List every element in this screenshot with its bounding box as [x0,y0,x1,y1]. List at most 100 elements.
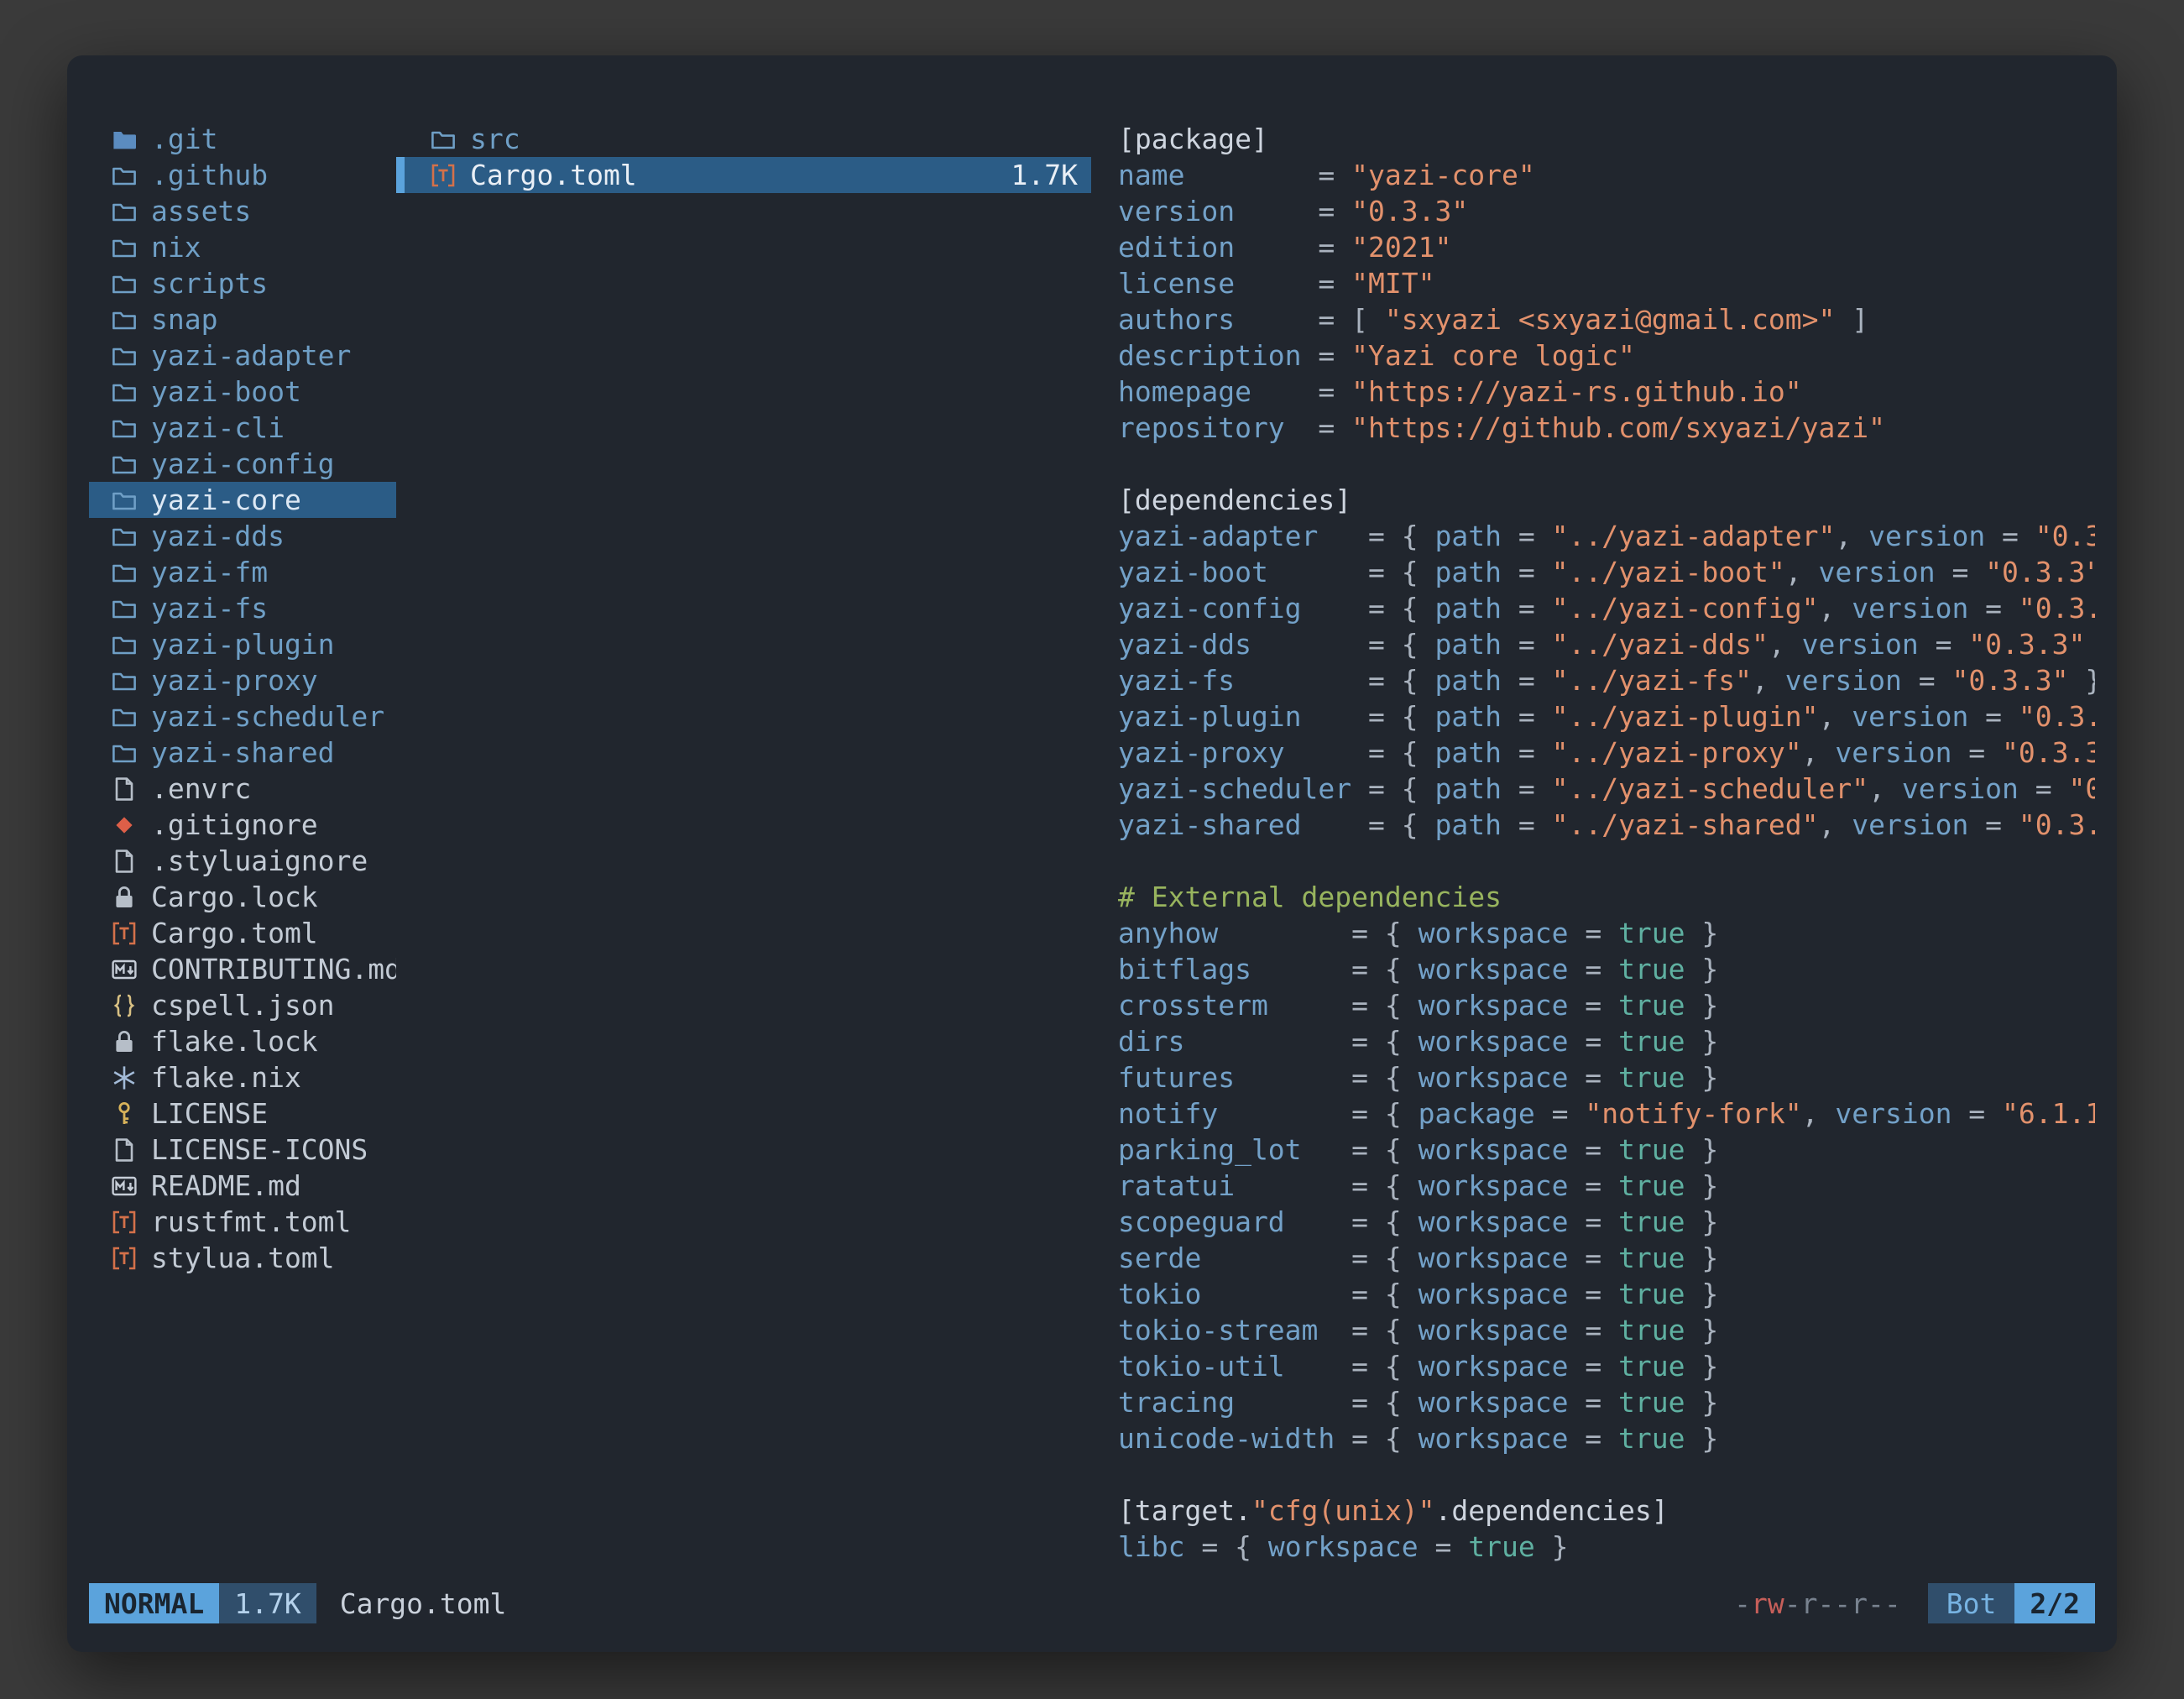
file-row[interactable]: LICENSE-ICONS [89,1132,396,1168]
folder-icon [109,233,139,263]
entry-name: yazi-dds [151,518,285,554]
file-row[interactable]: README.md [89,1168,396,1204]
code-line: tokio = { workspace = true } [1118,1276,2095,1312]
code-line: yazi-adapter = { path = "../yazi-adapter… [1118,518,2095,554]
directory-row[interactable]: yazi-core [89,482,396,518]
lock-icon [109,882,139,912]
file-row[interactable]: flake.lock [89,1023,396,1059]
directory-row[interactable]: yazi-plugin [89,626,396,662]
entry-name: yazi-adapter [151,337,351,374]
folder-icon [109,593,139,624]
entry-name: LICENSE-ICONS [151,1132,368,1168]
directory-row[interactable]: scripts [89,265,396,301]
entry-name: cspell.json [151,987,335,1023]
directory-row[interactable]: yazi-cli [89,410,396,446]
entry-name: yazi-plugin [151,626,335,662]
folder-icon [109,557,139,588]
directory-row[interactable]: yazi-proxy [89,662,396,698]
directory-row[interactable]: yazi-boot [89,374,396,410]
entry-name: yazi-scheduler [151,698,384,734]
key-icon [109,1099,139,1129]
code-line [1118,1456,2095,1493]
folder-icon [428,124,458,154]
directory-row[interactable]: .github [89,157,396,193]
file-row[interactable]: rustfmt.toml [89,1204,396,1240]
code-line: name = "yazi-core" [1118,157,2095,193]
entry-name: yazi-config [151,446,335,482]
directory-row[interactable]: yazi-fm [89,554,396,590]
entry-name: .envrc [151,771,251,807]
directory-row[interactable]: assets [89,193,396,229]
file-permissions: -rw-r--r-- [1734,1587,1901,1620]
code-line: yazi-config = { path = "../yazi-config",… [1118,590,2095,626]
folder-icon [109,160,139,191]
directory-row[interactable]: .git [89,121,396,157]
file-row[interactable]: CONTRIBUTING.md [89,951,396,987]
file-row[interactable]: .styluaignore [89,843,396,879]
folder-icon [109,666,139,696]
file-row[interactable]: Cargo.toml [89,915,396,951]
directory-row[interactable]: src [396,121,1091,157]
entry-name: .git [151,121,217,157]
file-row[interactable]: .gitignore [89,807,396,843]
code-line: [package] [1118,121,2095,157]
entry-name: flake.nix [151,1059,301,1095]
file-row[interactable]: stylua.toml [89,1240,396,1276]
file-row[interactable]: .envrc [89,771,396,807]
directory-row[interactable]: nix [89,229,396,265]
code-line: # External dependencies [1118,879,2095,915]
current-directory-pane: srcCargo.toml1.7K [396,121,1091,1578]
code-line: repository = "https://github.com/sxyazi/… [1118,410,2095,446]
entry-name: README.md [151,1168,301,1204]
entry-size: 1.7K [1011,157,1091,193]
folder-icon [109,738,139,768]
code-line: yazi-fs = { path = "../yazi-fs", version… [1118,662,2095,698]
entry-name: .gitignore [151,807,318,843]
directory-row[interactable]: yazi-config [89,446,396,482]
git-folder-icon [109,124,139,154]
code-line: ratatui = { workspace = true } [1118,1168,2095,1204]
code-line: bitflags = { workspace = true } [1118,951,2095,987]
code-line: tokio-stream = { workspace = true } [1118,1312,2095,1348]
folder-icon [109,702,139,732]
directory-row[interactable]: yazi-dds [89,518,396,554]
file-row[interactable]: flake.nix [89,1059,396,1095]
desktop: .git.githubassetsnixscriptssnapyazi-adap… [0,0,2184,1699]
folder-icon [109,413,139,443]
entry-name: assets [151,193,251,229]
file-preview-pane: [package]name = "yazi-core"version = "0.… [1091,121,2095,1578]
toml-icon [109,1207,139,1237]
code-line: notify = { package = "notify-fork", vers… [1118,1095,2095,1132]
folder-icon [109,449,139,479]
cursor-counter-badge: 2/2 [2014,1583,2095,1623]
status-bar-right: -rw-r--r-- Bot 2/2 [1734,1583,2095,1623]
file-row[interactable]: LICENSE [89,1095,396,1132]
entry-name: .github [151,157,268,193]
parent-directory-pane: .git.githubassetsnixscriptssnapyazi-adap… [89,121,396,1578]
directory-row[interactable]: yazi-fs [89,590,396,626]
code-line [1118,446,2095,482]
file-row[interactable]: cspell.json [89,987,396,1023]
directory-row[interactable]: yazi-scheduler [89,698,396,734]
folder-icon [109,341,139,371]
entry-name: yazi-fs [151,590,268,626]
code-line: dirs = { workspace = true } [1118,1023,2095,1059]
directory-row[interactable]: snap [89,301,396,337]
code-line: yazi-boot = { path = "../yazi-boot", ver… [1118,554,2095,590]
toml-icon [109,918,139,949]
code-line: libc = { workspace = true } [1118,1529,2095,1565]
lock-icon [109,1027,139,1057]
entry-name: yazi-shared [151,734,335,771]
entry-name: scripts [151,265,268,301]
directory-row[interactable]: yazi-shared [89,734,396,771]
code-line: tokio-util = { workspace = true } [1118,1348,2095,1384]
code-line: parking_lot = { workspace = true } [1118,1132,2095,1168]
folder-icon [109,485,139,515]
json-icon [109,991,139,1021]
directory-row[interactable]: yazi-adapter [89,337,396,374]
folder-icon [109,305,139,335]
code-line: edition = "2021" [1118,229,2095,265]
toml-icon [428,160,458,191]
file-row[interactable]: Cargo.toml1.7K [396,157,1091,193]
file-row[interactable]: Cargo.lock [89,879,396,915]
